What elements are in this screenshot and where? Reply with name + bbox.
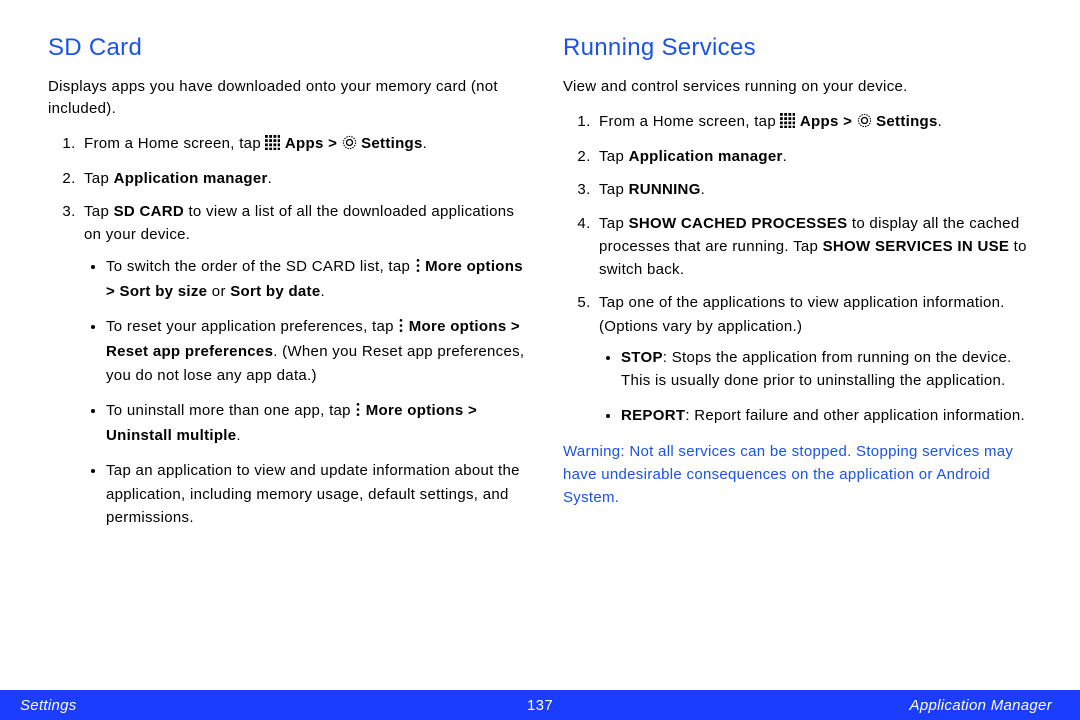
page-footer: Settings 137 Application Manager <box>0 690 1080 720</box>
intro-sd-card: Displays apps you have downloaded onto y… <box>48 76 525 120</box>
text: : Report failure and other application i… <box>685 407 1025 424</box>
bold-text: Settings <box>361 135 423 152</box>
bold-text: Settings <box>876 113 938 130</box>
text: From a Home screen, tap <box>84 135 265 152</box>
bold-text: Application manager <box>114 170 268 187</box>
footer-left: Settings <box>20 697 77 714</box>
footer-right: Application Manager <box>910 697 1052 714</box>
text: Tap <box>599 215 629 232</box>
sub-bullets: To switch the order of the SD CARD list,… <box>84 255 525 530</box>
list-item: Tap an application to view and update in… <box>106 459 525 529</box>
text: . <box>783 148 787 165</box>
text: : Not all services can be stopped. Stopp… <box>563 443 1013 507</box>
sub-bullets: STOP: Stops the application from running… <box>599 346 1040 428</box>
steps-running-services: From a Home screen, tap Apps > Settings.… <box>563 110 1040 428</box>
list-item: Tap one of the applications to view appl… <box>595 291 1040 427</box>
list-item: To uninstall more than one app, tap More… <box>106 399 525 448</box>
text: or <box>207 283 230 300</box>
list-item: Tap Application manager. <box>595 145 1040 168</box>
text: . <box>701 181 705 198</box>
bold-text: Apps > <box>800 113 857 130</box>
intro-running-services: View and control services running on you… <box>563 76 1040 98</box>
list-item: To reset your application preferences, t… <box>106 315 525 387</box>
text: Tap <box>84 203 114 220</box>
list-item: Tap RUNNING. <box>595 178 1040 201</box>
bold-text: Sort by date <box>230 283 320 300</box>
list-item: REPORT: Report failure and other applica… <box>621 404 1040 427</box>
footer-page-number: 137 <box>527 697 553 714</box>
text: To switch the order of the SD CARD list,… <box>106 258 415 275</box>
text: To reset your application preferences, t… <box>106 318 398 335</box>
more-options-icon <box>415 257 421 280</box>
text: . <box>321 283 325 300</box>
warning-text: Warning: Not all services can be stopped… <box>563 440 1040 510</box>
text: Tap <box>599 181 629 198</box>
text: From a Home screen, tap <box>599 113 780 130</box>
apps-grid-icon <box>265 134 280 157</box>
bold-text: STOP <box>621 349 663 366</box>
text: . <box>423 135 427 152</box>
more-options-icon <box>398 317 404 340</box>
text: : Stops the application from running on … <box>621 349 1012 389</box>
left-column: SD Card Displays apps you have downloade… <box>48 34 525 541</box>
list-item: Tap SHOW CACHED PROCESSES to display all… <box>595 212 1040 282</box>
settings-gear-icon <box>342 134 357 157</box>
bold-text: SHOW CACHED PROCESSES <box>629 215 848 232</box>
bold-text: Application manager <box>629 148 783 165</box>
more-options-icon <box>355 401 361 424</box>
page-body: SD Card Displays apps you have downloade… <box>0 0 1080 541</box>
list-item: Tap SD CARD to view a list of all the do… <box>80 200 525 529</box>
text: . <box>236 427 240 444</box>
bold-text: RUNNING <box>629 181 701 198</box>
text: . <box>938 113 942 130</box>
bold-text: Apps > <box>285 135 342 152</box>
heading-running-services: Running Services <box>563 34 1040 62</box>
text: Tap <box>84 170 114 187</box>
text: Tap an application to view and update in… <box>106 462 520 526</box>
list-item: From a Home screen, tap Apps > Settings. <box>595 110 1040 135</box>
text: To uninstall more than one app, tap <box>106 402 355 419</box>
list-item: To switch the order of the SD CARD list,… <box>106 255 525 304</box>
text: Tap one of the applications to view appl… <box>599 294 1005 334</box>
settings-gear-icon <box>857 112 872 135</box>
text: . <box>268 170 272 187</box>
bold-text: SHOW SERVICES IN USE <box>823 238 1010 255</box>
list-item: Tap Application manager. <box>80 167 525 190</box>
bold-text: SD CARD <box>114 203 184 220</box>
steps-sd-card: From a Home screen, tap Apps > Settings.… <box>48 132 525 530</box>
apps-grid-icon <box>780 112 795 135</box>
text: Tap <box>599 148 629 165</box>
right-column: Running Services View and control servic… <box>563 34 1040 541</box>
heading-sd-card: SD Card <box>48 34 525 62</box>
list-item: STOP: Stops the application from running… <box>621 346 1040 393</box>
list-item: From a Home screen, tap Apps > Settings. <box>80 132 525 157</box>
warning-label: Warning <box>563 443 620 460</box>
bold-text: REPORT <box>621 407 685 424</box>
